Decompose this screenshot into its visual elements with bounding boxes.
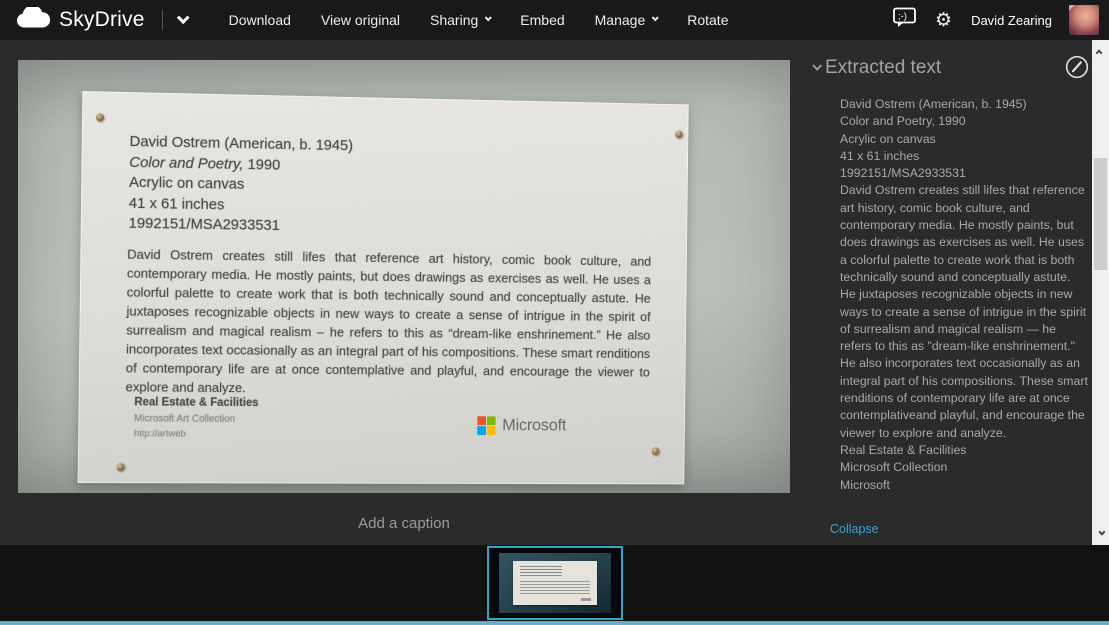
menu-item-view-original[interactable]: View original (321, 12, 400, 28)
menu-label: Rotate (687, 12, 728, 28)
plaque-id-line: 1992151/MSA2933531 (128, 214, 352, 238)
plaque-title-year: 1990 (247, 156, 280, 173)
plaque-footer: Real Estate & Facilities Microsoft Art C… (134, 396, 259, 439)
edit-pencil-icon[interactable] (1064, 54, 1090, 80)
menu-label: Manage (595, 12, 646, 28)
user-avatar[interactable] (1069, 5, 1099, 35)
extracted-line: Microsoft Collection (840, 459, 1088, 476)
settings-gear-icon[interactable]: ⚙ (935, 11, 952, 30)
skydrive-photo-viewer: SkyDrive Download View original Sharing … (0, 0, 1109, 625)
plaque-body-paragraph: David Ostrem creates still lifes that re… (125, 245, 651, 400)
extracted-line: David Ostrem (American, b. 1945) (840, 96, 1088, 113)
menu-label: Embed (520, 12, 564, 28)
extracted-text-content: David Ostrem (American, b. 1945) Color a… (840, 96, 1088, 494)
extracted-line: 41 x 61 inches (840, 148, 1088, 165)
user-name[interactable]: David Zearing (971, 13, 1052, 28)
menu-item-embed[interactable]: Embed (520, 12, 564, 28)
plaque-url: http://artweb (134, 428, 258, 440)
plaque-department: Real Estate & Facilities (134, 396, 258, 409)
microsoft-squares-icon (477, 416, 495, 435)
scroll-thumb[interactable] (1094, 158, 1107, 270)
brand-divider (162, 10, 163, 30)
extracted-line: Color and Poetry, 1990 (840, 113, 1088, 130)
extracted-text-header[interactable]: Extracted text (813, 57, 941, 79)
app-chevron-down-icon[interactable] (176, 11, 189, 24)
viewer-stage: David Ostrem (American, b. 1945) Color a… (0, 40, 1109, 545)
menu-item-rotate[interactable]: Rotate (687, 12, 728, 28)
plaque-title-italic: Color and Poetry, (129, 153, 243, 172)
thumbnail-plaque (513, 561, 597, 605)
bottom-accent-bar (0, 621, 1109, 625)
collapse-chevron-icon (812, 61, 822, 71)
plaque-collection: Microsoft Art Collection (134, 413, 258, 425)
microsoft-logo: Microsoft (477, 415, 566, 435)
chevron-down-icon (485, 14, 492, 21)
menu-item-manage[interactable]: Manage (595, 12, 658, 28)
feedback-smiley-icon[interactable]: ;-) (892, 6, 918, 34)
extracted-line: Microsoft (840, 477, 1088, 494)
scroll-down-button[interactable] (1092, 525, 1109, 542)
top-right-controls: ;-) ⚙ David Zearing (892, 5, 1099, 35)
menu-label: View original (321, 12, 400, 28)
extracted-line: Acrylic on canvas (840, 131, 1088, 148)
menu-label: Sharing (430, 12, 478, 28)
plaque-header: David Ostrem (American, b. 1945) Color a… (128, 132, 353, 238)
panel-scrollbar[interactable] (1092, 40, 1109, 545)
top-bar: SkyDrive Download View original Sharing … (0, 0, 1109, 40)
museum-plaque: David Ostrem (American, b. 1945) Color a… (78, 91, 689, 484)
extracted-paragraph: David Ostrem creates still lifes that re… (840, 182, 1088, 441)
thumbnail-selected[interactable] (487, 546, 623, 620)
caption-input[interactable]: Add a caption (18, 515, 790, 532)
screw-icon (117, 463, 125, 471)
artwork-photo[interactable]: David Ostrem (American, b. 1945) Color a… (18, 60, 790, 493)
cloud-icon (16, 7, 50, 34)
chevron-down-icon (652, 14, 659, 21)
screw-icon (652, 447, 660, 455)
app-title: SkyDrive (59, 8, 145, 32)
scroll-up-button[interactable] (1092, 43, 1109, 60)
panel-title: Extracted text (825, 57, 941, 79)
extracted-line: Real Estate & Facilities (840, 442, 1088, 459)
svg-text:;-): ;-) (898, 11, 907, 22)
collapse-link[interactable]: Collapse (830, 522, 879, 536)
thumbnail-photo (499, 553, 611, 613)
microsoft-wordmark: Microsoft (502, 415, 566, 435)
command-menu: Download View original Sharing Embed Man… (229, 12, 729, 28)
menu-label: Download (229, 12, 291, 28)
extracted-line: 1992151/MSA2933531 (840, 165, 1088, 182)
filmstrip (0, 545, 1109, 621)
menu-item-download[interactable]: Download (229, 12, 291, 28)
menu-item-sharing[interactable]: Sharing (430, 12, 490, 28)
screw-icon (96, 113, 104, 121)
skydrive-logo[interactable]: SkyDrive (16, 7, 187, 34)
screw-icon (675, 130, 683, 138)
